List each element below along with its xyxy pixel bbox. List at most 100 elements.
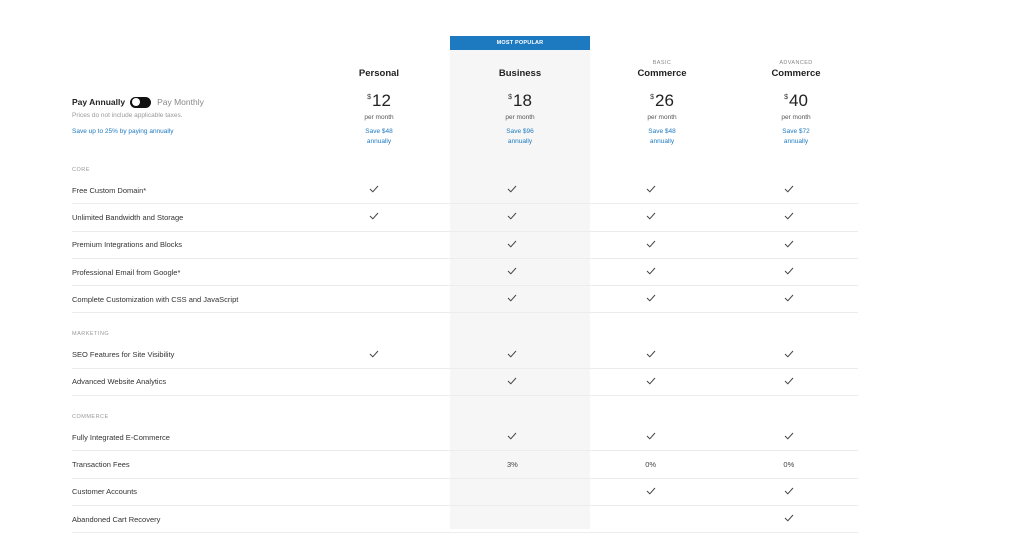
feature-row: Free Custom Domain* xyxy=(72,177,858,205)
plan-savings: Save $96 annually xyxy=(450,127,590,147)
feature-cell xyxy=(720,432,858,442)
plan-header-2: BASIC Commerce $26 per month Save $48 annuall… xyxy=(592,60,732,147)
feature-cell xyxy=(720,240,858,250)
feature-cell xyxy=(443,267,581,277)
checkmark-icon xyxy=(507,267,517,277)
feature-cell xyxy=(720,267,858,277)
price-amount: 40 xyxy=(788,91,808,110)
checkmark-icon xyxy=(507,377,517,387)
feature-name: Premium Integrations and Blocks xyxy=(72,240,183,250)
feature-cell xyxy=(582,294,720,304)
feature-name: Unlimited Bandwidth and Storage xyxy=(72,212,184,222)
plan-name: Business xyxy=(498,68,542,79)
checkmark-icon xyxy=(507,432,517,442)
feature-cell xyxy=(305,185,443,195)
feature-row: Professional Email from Google* xyxy=(72,259,858,287)
feature-cell xyxy=(305,350,443,360)
plan-savings-amount: Save $96 xyxy=(506,128,534,135)
plan-savings: Save $48 annually xyxy=(592,127,732,147)
checkmark-icon xyxy=(784,212,794,222)
feature-row: Complete Customization with CSS and Java… xyxy=(72,286,858,314)
pay-annually-label[interactable]: Pay Annually xyxy=(72,97,125,107)
checkmark-icon xyxy=(507,294,517,304)
checkmark-icon xyxy=(507,212,517,222)
checkmark-icon xyxy=(784,240,794,250)
pay-monthly-label[interactable]: Pay Monthly xyxy=(157,97,204,107)
billing-period: per month xyxy=(781,114,811,121)
feature-name: Free Custom Domain* xyxy=(72,185,147,195)
section-label: MARKETING xyxy=(72,331,110,338)
feature-cell xyxy=(443,185,581,195)
feature-row: Unlimited Bandwidth and Storage xyxy=(72,204,858,232)
checkmark-icon xyxy=(784,432,794,442)
plan-header-1: Business $18 per month Save $96 annually xyxy=(450,60,590,147)
currency-symbol: $ xyxy=(367,94,371,101)
price-amount: 12 xyxy=(371,91,391,110)
feature-cell xyxy=(582,212,720,222)
plan-savings-amount: Save $48 xyxy=(365,128,393,135)
feature-name: Professional Email from Google* xyxy=(72,267,181,277)
feature-cell xyxy=(443,294,581,304)
plan-header-3: ADVANCED Commerce $40 per month Save $72 annu… xyxy=(726,60,866,147)
feature-cell: 0% xyxy=(783,460,795,470)
section-label: COMMERCE xyxy=(72,414,109,421)
plan-price: $18 xyxy=(450,91,590,113)
checkmark-icon xyxy=(646,377,656,387)
feature-cell xyxy=(720,487,858,497)
plan-price: $12 xyxy=(309,91,449,113)
feature-row: Fully Integrated E-Commerce xyxy=(72,424,858,452)
checkmark-icon xyxy=(507,350,517,360)
feature-cell xyxy=(582,267,720,277)
feature-cell xyxy=(582,350,720,360)
feature-name: Complete Customization with CSS and Java… xyxy=(72,294,239,304)
feature-cell xyxy=(443,350,581,360)
feature-name: Advanced Website Analytics xyxy=(72,377,167,387)
billing-period: per month xyxy=(505,114,535,121)
feature-name: Transaction Fees xyxy=(72,460,130,470)
plan-tier xyxy=(450,60,590,67)
checkmark-icon xyxy=(369,212,379,222)
feature-row: Customer Accounts xyxy=(72,479,858,506)
feature-cell xyxy=(720,294,858,304)
feature-row: Transaction Fees 3% 0% 0% xyxy=(72,451,858,479)
checkmark-icon xyxy=(646,240,656,250)
plan-savings-amount: Save $72 xyxy=(782,128,810,135)
checkmark-icon xyxy=(784,377,794,387)
checkmark-icon xyxy=(784,294,794,304)
feature-cell xyxy=(582,240,720,250)
plan-tier: ADVANCED xyxy=(779,60,813,66)
feature-cell xyxy=(443,377,581,387)
billing-period: per month xyxy=(647,114,677,121)
plan-name: Commerce xyxy=(637,68,687,79)
most-popular-badge: MOST POPULAR xyxy=(450,36,590,50)
billing-period: per month xyxy=(364,114,394,121)
feature-cell xyxy=(720,185,858,195)
feature-cell xyxy=(720,212,858,222)
checkmark-icon xyxy=(507,185,517,195)
plan-savings-period: annually xyxy=(366,138,392,145)
feature-cell: 0% xyxy=(645,460,657,470)
checkmark-icon xyxy=(646,267,656,277)
feature-comparison-table: CORE Free Custom Domain* Unlimited Bandwid… xyxy=(72,163,858,534)
feature-row: Abandoned Cart Recovery xyxy=(72,506,858,534)
checkmark-icon xyxy=(784,185,794,195)
feature-row: SEO Features for Site Visibility xyxy=(72,341,858,369)
checkmark-icon xyxy=(646,432,656,442)
feature-cell xyxy=(582,377,720,387)
checkmark-icon xyxy=(646,294,656,304)
feature-row: Premium Integrations and Blocks xyxy=(72,232,858,259)
feature-cell xyxy=(443,212,581,222)
feature-cell: 3% xyxy=(506,460,518,470)
plan-name: Personal xyxy=(358,68,400,79)
feature-cell xyxy=(720,514,858,524)
checkmark-icon xyxy=(784,487,794,497)
feature-cell xyxy=(582,487,720,497)
plan-savings-period: annually xyxy=(649,138,675,145)
billing-period-toggle[interactable] xyxy=(130,96,152,108)
plan-tier: BASIC xyxy=(652,60,672,66)
plan-savings-period: annually xyxy=(783,138,809,145)
price-amount: 18 xyxy=(512,91,532,110)
plan-price: $40 xyxy=(726,91,866,113)
feature-cell xyxy=(720,377,858,387)
feature-cell xyxy=(443,432,581,442)
